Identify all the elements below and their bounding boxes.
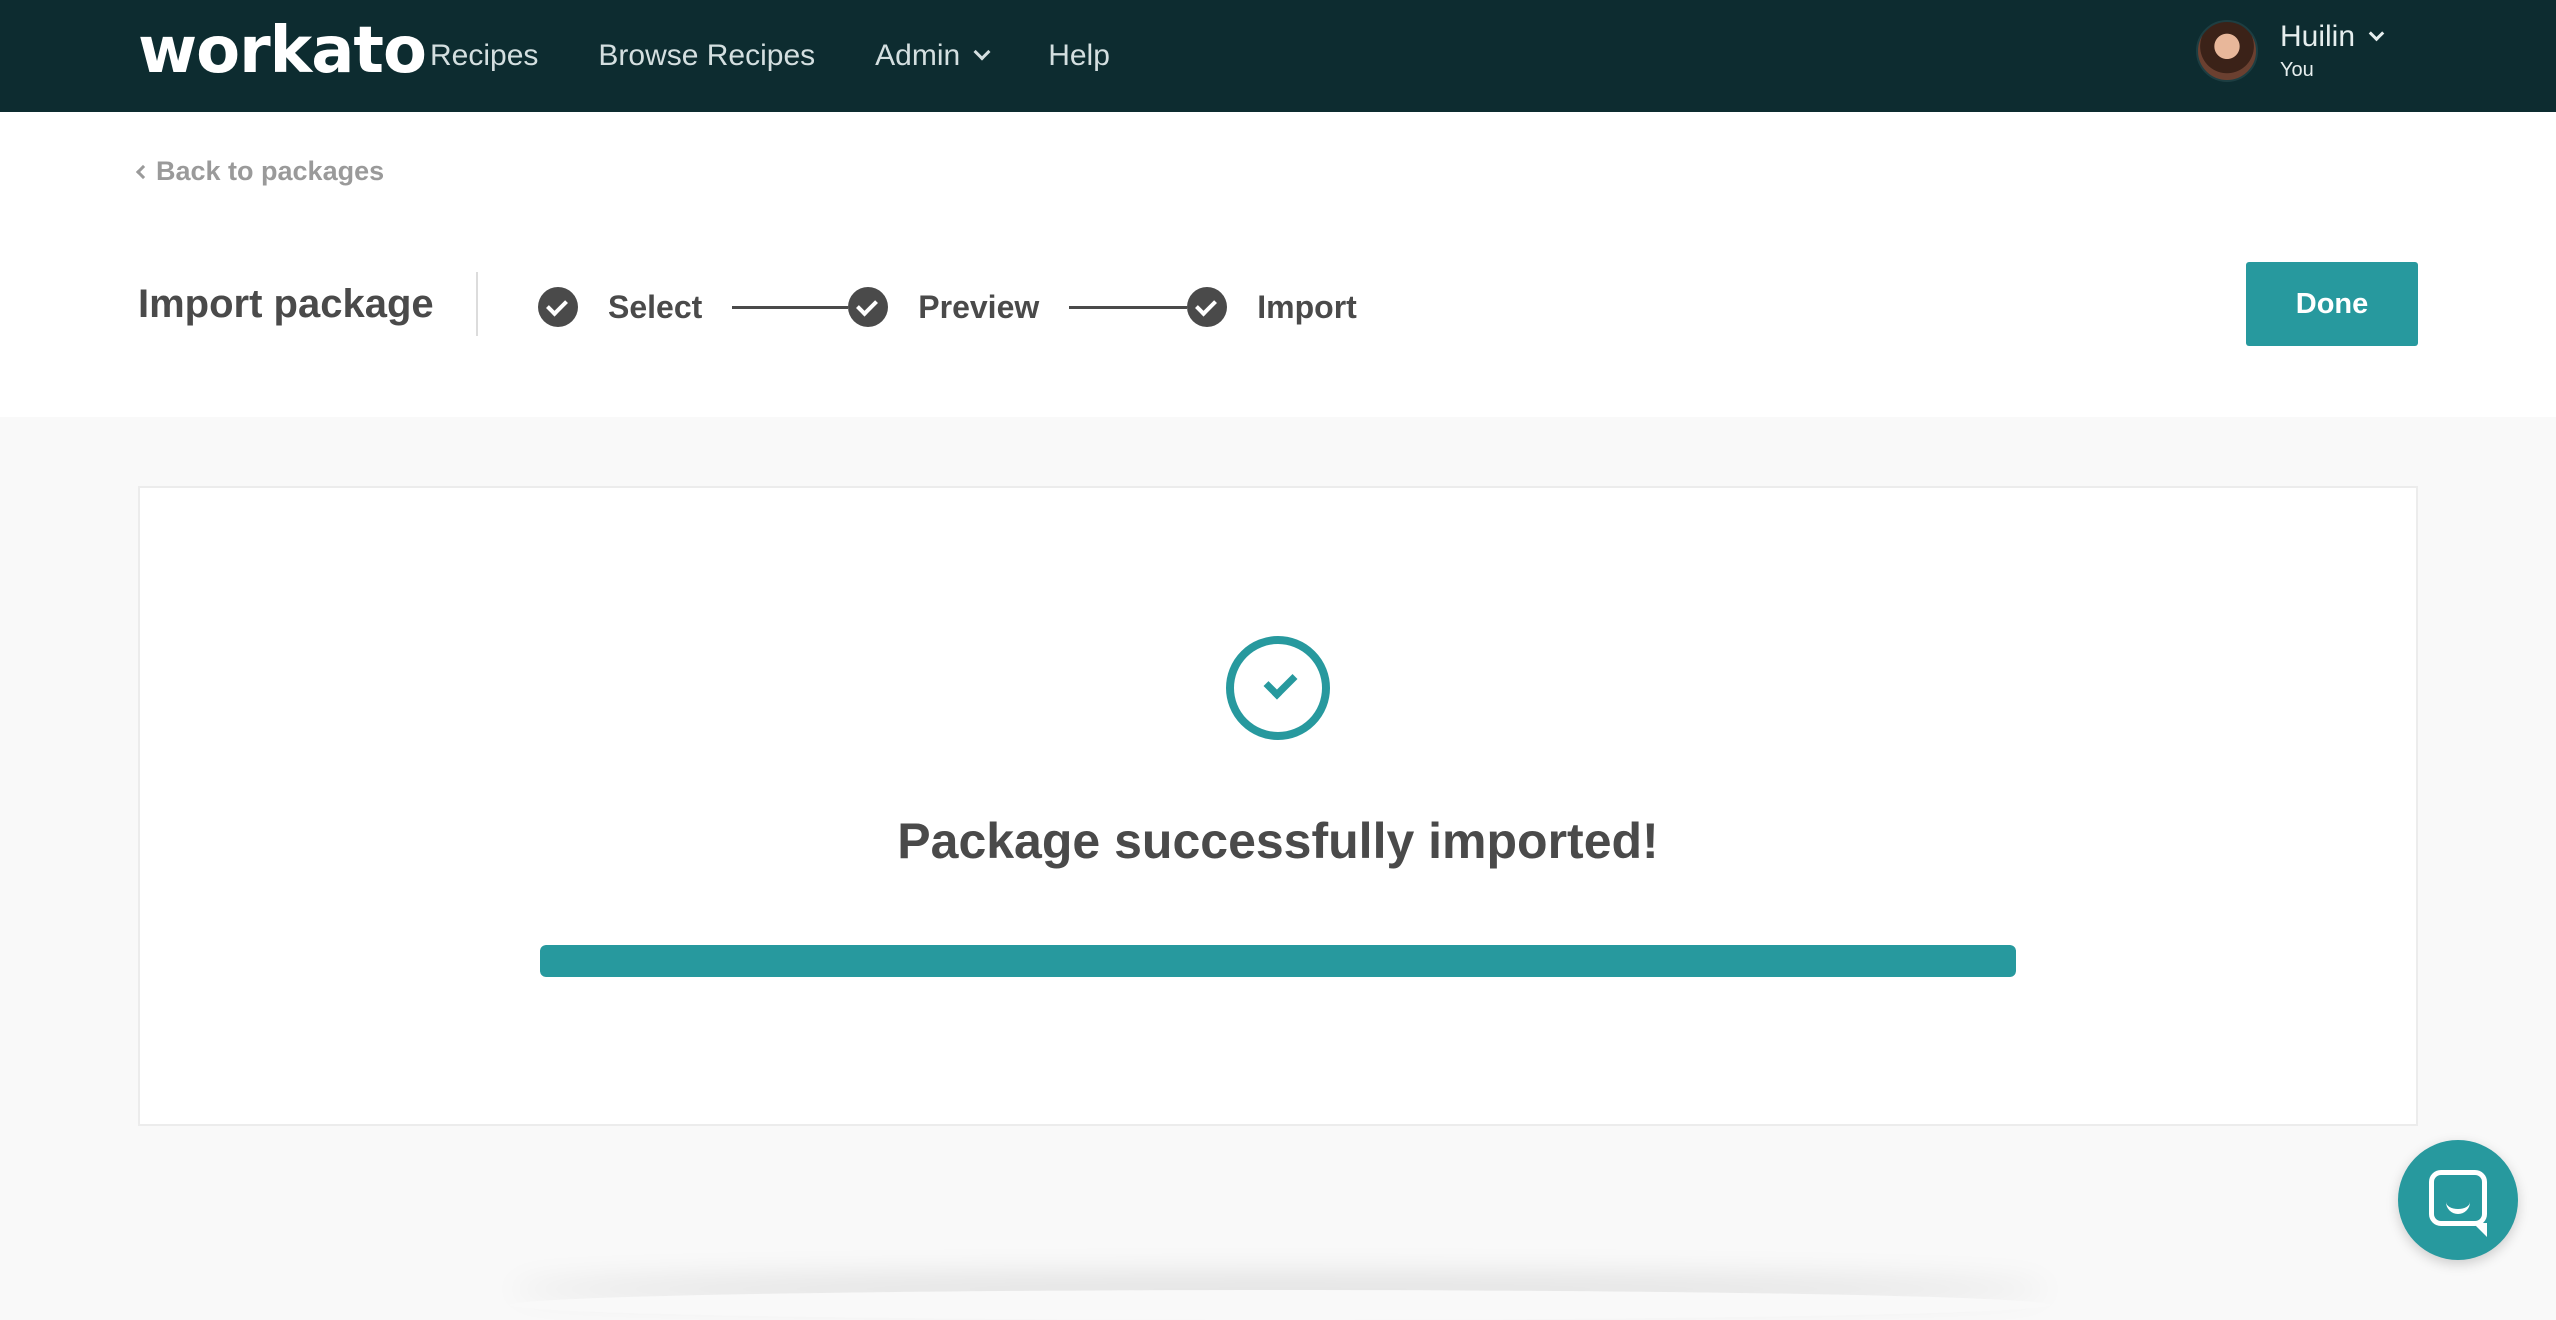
top-navigation: workato Recipes Browse Recipes Admin Hel… xyxy=(0,0,2556,112)
step-preview-label: Preview xyxy=(918,288,1040,325)
nav-item-label: Recipes xyxy=(430,39,539,72)
nav-menu: Recipes Browse Recipes Admin Help xyxy=(430,0,1170,112)
bottom-panel-shadow xyxy=(510,1290,2050,1320)
nav-item-label: Help xyxy=(1048,39,1110,72)
chevron-down-icon xyxy=(2368,25,2385,41)
nav-item-admin[interactable]: Admin xyxy=(875,39,991,73)
chevron-down-icon xyxy=(973,43,991,61)
user-info: Huilin You xyxy=(2280,20,2385,81)
step-connector xyxy=(1069,305,1188,309)
page-title: Import package xyxy=(138,282,434,326)
step-preview-check-icon xyxy=(848,287,889,327)
done-button[interactable]: Done xyxy=(2246,262,2418,346)
user-name-label: Huilin xyxy=(2280,20,2356,53)
step-import-check-icon xyxy=(1187,287,1228,327)
import-progress-bar xyxy=(540,945,2016,977)
step-select-label: Select xyxy=(608,288,703,325)
success-message: Package successfully imported! xyxy=(897,813,1659,869)
import-progress-fill xyxy=(540,945,2016,977)
back-to-packages-link[interactable]: Back to packages xyxy=(135,156,385,187)
avatar xyxy=(2196,20,2258,82)
nav-item-browse-recipes[interactable]: Browse Recipes xyxy=(598,39,815,73)
user-name: Huilin xyxy=(2280,20,2385,53)
import-stepper: Select Preview Import xyxy=(538,287,1357,327)
import-result-card xyxy=(138,486,2418,1126)
chat-bubble-icon xyxy=(2429,1170,2487,1237)
check-circle-outline-icon xyxy=(1226,636,1330,740)
user-subtitle: You xyxy=(2280,59,2314,81)
nav-item-help[interactable]: Help xyxy=(1048,39,1110,73)
chevron-left-icon xyxy=(135,164,151,179)
nav-item-recipes[interactable]: Recipes xyxy=(430,39,538,73)
step-connector xyxy=(732,305,849,309)
title-divider xyxy=(476,272,478,336)
step-select-check-icon xyxy=(538,287,578,327)
back-link-label: Back to packages xyxy=(156,156,385,186)
step-import-label: Import xyxy=(1257,288,1357,325)
user-menu[interactable]: Huilin You xyxy=(2196,20,2385,82)
chat-launcher-button[interactable] xyxy=(2398,1140,2518,1260)
workato-logo[interactable]: workato xyxy=(138,14,427,88)
nav-item-label: Admin xyxy=(875,39,961,72)
nav-item-label: Browse Recipes xyxy=(598,39,816,72)
